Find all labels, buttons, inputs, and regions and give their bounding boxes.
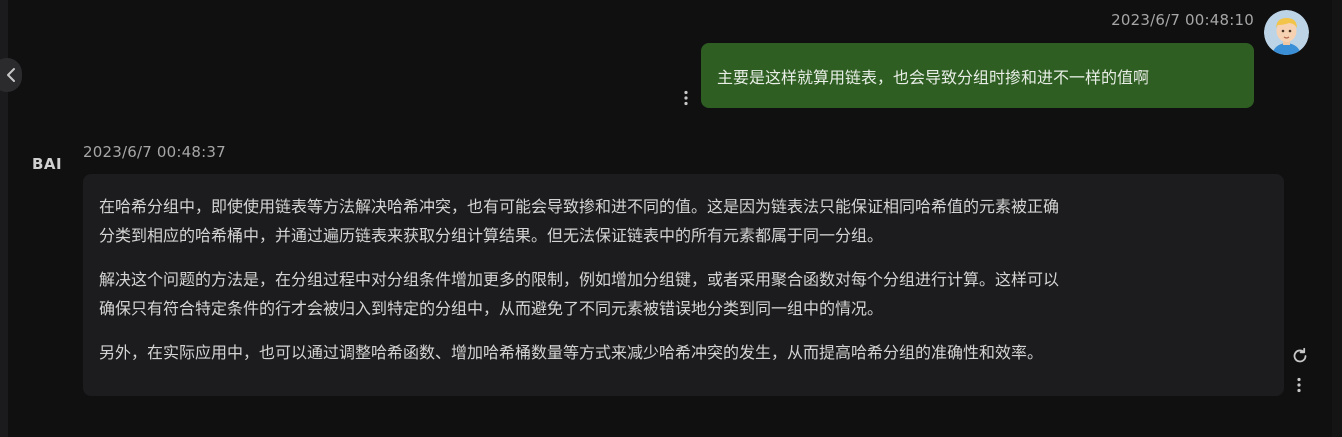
bot-paragraph-2-line-2: 确保只有符合特定条件的行才会被归入到特定的分组中，从而避免了不同元素被错误地分类…	[99, 299, 884, 318]
bot-logo-text: BAI	[32, 155, 62, 171]
bot-avatar: BAI	[32, 155, 68, 173]
regenerate-button[interactable]	[1291, 347, 1309, 365]
user-message-text: 主要是这样就算用链表，也会导致分组时掺和进不一样的值啊	[717, 67, 1150, 87]
bot-paragraph-1-line-2: 分类到相应的哈希桶中，并通过遍历链表来获取分组计算结果。但无法保证链表中的所有元…	[99, 226, 884, 245]
user-message-timestamp: 2023/6/7 00:48:10	[1111, 11, 1254, 29]
bot-paragraph-3: 另外，在实际应用中，也可以通过调整哈希函数、增加哈希桶数量等方式来减少哈希冲突的…	[99, 338, 1268, 367]
bot-paragraph-1-line-1: 在哈希分组中，即使使用链表等方法解决哈希冲突，也有可能会导致掺和进不同的值。这是…	[99, 197, 1060, 216]
bot-message-more-button[interactable]	[1292, 376, 1306, 394]
bot-paragraph-3-line-1: 另外，在实际应用中，也可以通过调整哈希函数、增加哈希桶数量等方式来减少哈希冲突的…	[99, 343, 1044, 362]
bot-paragraph-2: 解决这个问题的方法是，在分组过程中对分组条件增加更多的限制，例如增加分组键，或者…	[99, 265, 1268, 323]
more-vertical-icon	[684, 90, 688, 106]
user-message-more-button[interactable]	[679, 89, 693, 107]
bot-paragraph-2-line-1: 解决这个问题的方法是，在分组过程中对分组条件增加更多的限制，例如增加分组键，或者…	[99, 270, 1060, 289]
collapse-sidebar-button[interactable]	[0, 58, 22, 92]
chevron-left-icon	[7, 68, 15, 82]
scrollbar-track[interactable]	[1332, 0, 1342, 437]
bot-message-bubble[interactable]: 在哈希分组中，即使使用链表等方法解决哈希冲突，也有可能会导致掺和进不同的值。这是…	[83, 174, 1284, 396]
bot-logo-icon: BAI	[32, 155, 62, 173]
more-vertical-icon	[1297, 377, 1301, 393]
bot-message-timestamp: 2023/6/7 00:48:37	[83, 143, 226, 161]
chat-view: 2023/6/7 00:48:10 主要是这样就算用链表，也会导致分组时掺和进不…	[0, 0, 1342, 437]
user-message-bubble[interactable]: 主要是这样就算用链表，也会导致分组时掺和进不一样的值啊	[701, 43, 1254, 108]
bot-paragraph-1: 在哈希分组中，即使使用链表等方法解决哈希冲突，也有可能会导致掺和进不同的值。这是…	[99, 192, 1268, 250]
user-avatar[interactable]	[1264, 10, 1309, 55]
refresh-icon	[1293, 347, 1307, 363]
